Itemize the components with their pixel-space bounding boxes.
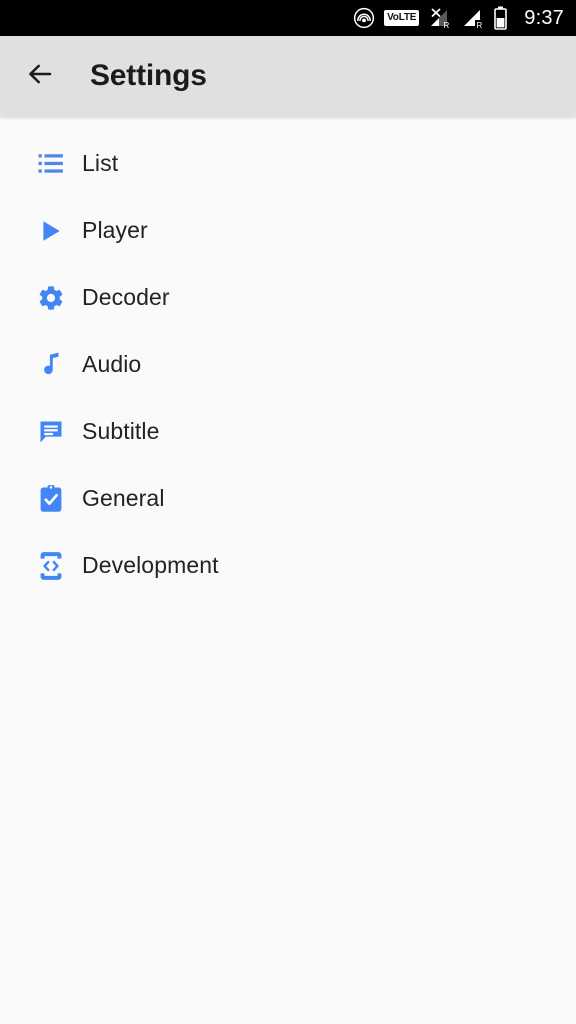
play-icon xyxy=(36,214,66,248)
list-icon xyxy=(36,147,66,181)
status-bar-icons: VoLTE R R 9:37 xyxy=(353,6,564,30)
device-code-icon xyxy=(36,549,66,583)
cast-icon xyxy=(353,7,375,29)
speech-bubble-icon xyxy=(36,415,66,449)
settings-item-decoder[interactable]: Decoder xyxy=(0,264,576,331)
arrow-back-icon xyxy=(25,59,55,94)
settings-item-label: Player xyxy=(82,217,148,243)
settings-list: List Player Decoder Audio Subtitle Gener… xyxy=(0,116,576,1024)
settings-item-label: List xyxy=(82,150,119,176)
signal-no-service-roaming-icon: R xyxy=(428,7,452,29)
page-title: Settings xyxy=(90,59,207,92)
app-toolbar: Settings xyxy=(0,36,576,116)
music-note-icon xyxy=(36,348,66,382)
settings-item-label: Subtitle xyxy=(82,418,160,444)
signal-roaming-icon: R xyxy=(461,7,485,29)
svg-text:R: R xyxy=(444,21,450,29)
status-bar: VoLTE R R 9:37 xyxy=(0,0,576,36)
settings-item-list[interactable]: List xyxy=(0,130,576,197)
volte-icon: VoLTE xyxy=(384,10,420,26)
settings-item-label: General xyxy=(82,485,165,511)
status-bar-clock: 9:37 xyxy=(524,6,564,29)
settings-item-audio[interactable]: Audio xyxy=(0,331,576,398)
settings-item-general[interactable]: General xyxy=(0,465,576,532)
settings-item-label: Audio xyxy=(82,351,142,377)
settings-item-subtitle[interactable]: Subtitle xyxy=(0,398,576,465)
back-button[interactable] xyxy=(12,48,68,104)
svg-text:R: R xyxy=(477,21,483,29)
settings-item-development[interactable]: Development xyxy=(0,532,576,599)
settings-item-label: Development xyxy=(82,552,219,578)
settings-item-label: Decoder xyxy=(82,284,170,310)
settings-item-player[interactable]: Player xyxy=(0,197,576,264)
battery-icon xyxy=(494,6,508,30)
gear-icon xyxy=(36,281,66,315)
clipboard-check-icon xyxy=(36,482,66,516)
